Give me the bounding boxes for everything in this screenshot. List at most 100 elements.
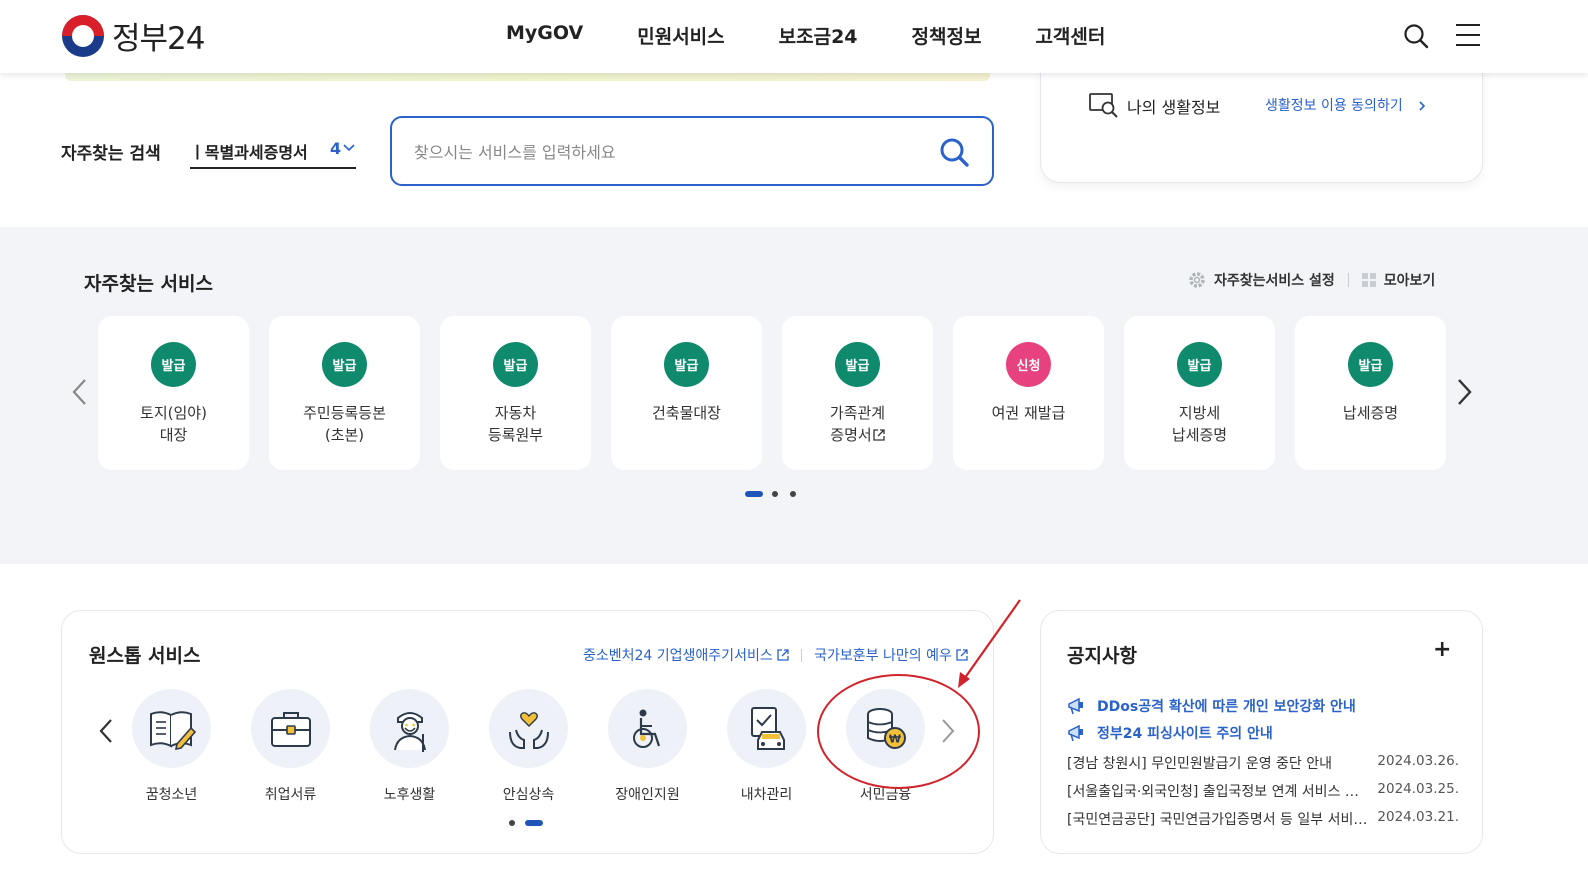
notice-row[interactable]: [국민연금공단] 국민연금가입증명서 등 일부 서비스 중단 안내 2024.0… bbox=[1067, 809, 1459, 829]
service-card-building-ledger[interactable]: 발급 건축물대장 bbox=[611, 316, 762, 470]
search-icon[interactable] bbox=[1403, 23, 1429, 49]
annotation-circle bbox=[817, 674, 980, 789]
issue-badge: 발급 bbox=[835, 342, 880, 387]
page-dot[interactable] bbox=[772, 491, 778, 497]
onestop-icon-wrap bbox=[251, 689, 330, 768]
service-card-land-ledger[interactable]: 발급 토지(임야) 대장 bbox=[98, 316, 249, 470]
book-pencil-icon bbox=[149, 710, 196, 750]
page-dot[interactable] bbox=[790, 491, 796, 497]
divider bbox=[801, 648, 803, 662]
onestop-item-disability[interactable]: 장애인지원 bbox=[608, 689, 687, 804]
notice-highlight-text: 정부24 피싱사이트 주의 안내 bbox=[1097, 726, 1273, 742]
hamburger-menu-icon[interactable] bbox=[1456, 24, 1482, 46]
wheelchair-icon bbox=[632, 709, 660, 748]
page-dot[interactable] bbox=[509, 820, 515, 826]
page-dot-active[interactable] bbox=[745, 491, 763, 497]
onestop-icon-wrap bbox=[489, 689, 568, 768]
notice-row[interactable]: [서울출입국·외국인청] 출입국정보 연계 서비스 순차 중단 안내 2024.… bbox=[1067, 781, 1459, 801]
frequent-search-label: 자주찾는 검색 bbox=[61, 144, 161, 164]
monitor-search-icon bbox=[1089, 93, 1118, 118]
header-gradient-bar bbox=[65, 73, 990, 81]
service-card-vehicle-registration[interactable]: 발급 자동차 등록원부 bbox=[440, 316, 591, 470]
main-nav: MyGOV 민원서비스 보조금24 정책정보 고객센터 bbox=[506, 22, 1159, 49]
frequent-search-keyword[interactable]: ㅣ목별과세증명서 bbox=[190, 139, 308, 163]
carousel-pagination bbox=[745, 491, 808, 497]
megaphone-icon bbox=[1068, 697, 1083, 715]
frequent-services-setting-button[interactable]: 자주찾는서비스 설정 bbox=[1214, 270, 1335, 290]
annotation-arrow bbox=[958, 599, 1021, 688]
life-info-card: 나의 생활정보 생활정보 이용 동의하기 bbox=[1040, 60, 1483, 183]
issue-badge: 발급 bbox=[1177, 342, 1222, 387]
onestop-label: 내차관리 bbox=[740, 787, 793, 803]
notice-more-button[interactable]: + bbox=[1433, 637, 1451, 662]
nav-subsidy24[interactable]: 보조금24 bbox=[779, 22, 858, 49]
chevron-right-icon bbox=[1419, 101, 1426, 111]
notice-highlight[interactable]: 정부24 피싱사이트 주의 안내 bbox=[1067, 723, 1273, 743]
nav-mygov[interactable]: MyGOV bbox=[506, 22, 583, 49]
megaphone-icon bbox=[1068, 724, 1083, 742]
grid-icon[interactable] bbox=[1361, 273, 1376, 287]
onestop-pagination bbox=[509, 820, 543, 826]
onestop-item-car[interactable]: 내차관리 bbox=[727, 689, 806, 804]
service-card-resident-registration[interactable]: 발급 주민등록등본 (초본) bbox=[269, 316, 420, 470]
service-card-local-tax-certificate[interactable]: 발급 지방세 납세증명 bbox=[1124, 316, 1275, 470]
issue-badge: 발급 bbox=[493, 342, 538, 387]
nav-policy-info[interactable]: 정책정보 bbox=[912, 22, 982, 49]
external-link-icon bbox=[873, 429, 885, 441]
notice-row[interactable]: [경남 창원시] 무인민원발급기 운영 중단 안내 2024.03.26. bbox=[1067, 753, 1459, 773]
notice-row-title: [국민연금공단] 국민연금가입증명서 등 일부 서비스 중단 안내 bbox=[1067, 812, 1367, 828]
search-box bbox=[390, 116, 994, 186]
life-info-title: 나의 생활정보 bbox=[1127, 98, 1221, 117]
onestop-label: 안심상속 bbox=[502, 787, 555, 803]
onestop-prev-icon[interactable] bbox=[98, 717, 114, 745]
service-card-tax-certificate[interactable]: 발급 납세증명 bbox=[1295, 316, 1446, 470]
page-dot-active[interactable] bbox=[525, 820, 543, 826]
onestop-icon-wrap bbox=[132, 689, 211, 768]
onestop-item-employment[interactable]: 취업서류 bbox=[251, 689, 330, 804]
service-name: 토지(임야) 대장 bbox=[140, 404, 207, 444]
onestop-item-senior[interactable]: 노후생활 bbox=[370, 689, 449, 804]
frequent-services-tools: 자주찾는서비스 설정 모아보기 bbox=[1188, 270, 1435, 290]
car-document-icon bbox=[750, 706, 785, 750]
life-info-consent-label: 생활정보 이용 동의하기 bbox=[1265, 98, 1403, 114]
carousel-prev-icon[interactable] bbox=[70, 377, 88, 407]
onestop-item-youth[interactable]: 꿈청소년 bbox=[132, 689, 211, 804]
onestop-label: 장애인지원 bbox=[615, 787, 680, 803]
chevron-down-icon[interactable] bbox=[342, 141, 356, 155]
nav-customer-center[interactable]: 고객센터 bbox=[1035, 22, 1105, 49]
notice-highlight[interactable]: DDos공격 확산에 따른 개인 보안강화 안내 bbox=[1067, 696, 1356, 716]
frequent-services-title: 자주찾는 서비스 bbox=[84, 273, 213, 295]
frequent-services-section: 자주찾는 서비스 자주찾는서비스 설정 모아보기 발급 토지(임야) 대장 발급… bbox=[0, 227, 1588, 564]
veterans-label: 국가보훈부 나만의 예우 bbox=[814, 648, 952, 664]
onestop-item-inheritance[interactable]: 안심상속 bbox=[489, 689, 568, 804]
search-button-icon[interactable] bbox=[938, 136, 970, 168]
view-all-button[interactable]: 모아보기 bbox=[1384, 270, 1436, 290]
onestop-label: 꿈청소년 bbox=[145, 787, 198, 803]
logo[interactable]: 정부24 bbox=[62, 13, 205, 58]
sme-lifecycle-label: 중소벤처24 기업생애주기서비스 bbox=[583, 648, 773, 664]
divider bbox=[1347, 273, 1349, 287]
gear-icon[interactable] bbox=[1188, 271, 1206, 289]
service-card-family-relation[interactable]: 발급 가족관계 증명서 bbox=[782, 316, 933, 470]
notice-row-title: [경남 창원시] 무인민원발급기 운영 중단 안내 bbox=[1067, 756, 1333, 772]
issue-badge: 발급 bbox=[322, 342, 367, 387]
service-name: 건축물대장 bbox=[651, 404, 721, 422]
notice-section: 공지사항 + DDos공격 확산에 따른 개인 보안강화 안내 정부24 피싱사… bbox=[1040, 610, 1483, 854]
issue-badge: 발급 bbox=[664, 342, 709, 387]
onestop-title: 원스톱 서비스 bbox=[89, 645, 201, 667]
service-name-with-ext: 가족관계 증명서 bbox=[782, 402, 933, 446]
onestop-links: 중소벤처24 기업생애주기서비스 국가보훈부 나만의 예우 bbox=[583, 645, 968, 665]
nav-civil-service[interactable]: 민원서비스 bbox=[637, 22, 724, 49]
briefcase-icon bbox=[270, 711, 311, 747]
search-input[interactable] bbox=[414, 138, 914, 166]
service-name: 지방세 납세증명 bbox=[1171, 404, 1228, 444]
sme-lifecycle-link[interactable]: 중소벤처24 기업생애주기서비스 bbox=[583, 645, 789, 665]
veterans-link[interactable]: 국가보훈부 나만의 예우 bbox=[814, 645, 968, 665]
apply-badge: 신청 bbox=[1006, 342, 1051, 387]
frequent-services-list: 발급 토지(임야) 대장 발급 주민등록등본 (초본) 발급 자동차 등록원부 … bbox=[98, 316, 1466, 470]
life-info-consent-link[interactable]: 생활정보 이용 동의하기 bbox=[1265, 95, 1427, 115]
notice-row-date: 2024.03.21. bbox=[1377, 809, 1459, 825]
page: 정부24 MyGOV 민원서비스 보조금24 정책정보 고객센터 자주찾는 검색… bbox=[0, 0, 1588, 869]
frequent-search-rolling-select[interactable]: ㅣ목별과세증명서 4 bbox=[190, 137, 356, 169]
service-card-passport-reissue[interactable]: 신청 여권 재발급 bbox=[953, 316, 1104, 470]
